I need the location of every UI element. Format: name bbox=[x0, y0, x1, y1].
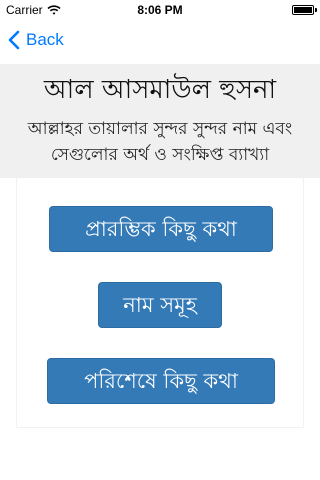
status-bar: Carrier 8:06 PM bbox=[0, 0, 320, 20]
menu-panel: প্রারম্ভিক কিছু কথা নাম সমূহ পরিশেষে কিছ… bbox=[16, 178, 304, 428]
battery-level-fill bbox=[294, 7, 312, 13]
names-button[interactable]: নাম সমূহ bbox=[98, 282, 222, 328]
outro-button[interactable]: পরিশেষে কিছু কথা bbox=[47, 358, 275, 404]
back-button[interactable]: Back bbox=[8, 30, 64, 50]
back-label: Back bbox=[26, 30, 64, 49]
intro-button[interactable]: প্রারম্ভিক কিছু কথা bbox=[49, 206, 273, 252]
status-time: 8:06 PM bbox=[137, 3, 183, 17]
header-panel: আল আসমাউল হুসনা আল্লাহর তায়ালার সুন্দর … bbox=[0, 64, 320, 178]
battery-icon bbox=[292, 5, 317, 15]
page-subtitle: আল্লাহর তায়ালার সুন্দর সুন্দর নাম এবং স… bbox=[27, 119, 293, 165]
navigation-bar: Back bbox=[0, 20, 320, 64]
chevron-left-icon bbox=[8, 30, 20, 50]
page-title: আল আসমাউল হুসনা bbox=[43, 75, 277, 105]
